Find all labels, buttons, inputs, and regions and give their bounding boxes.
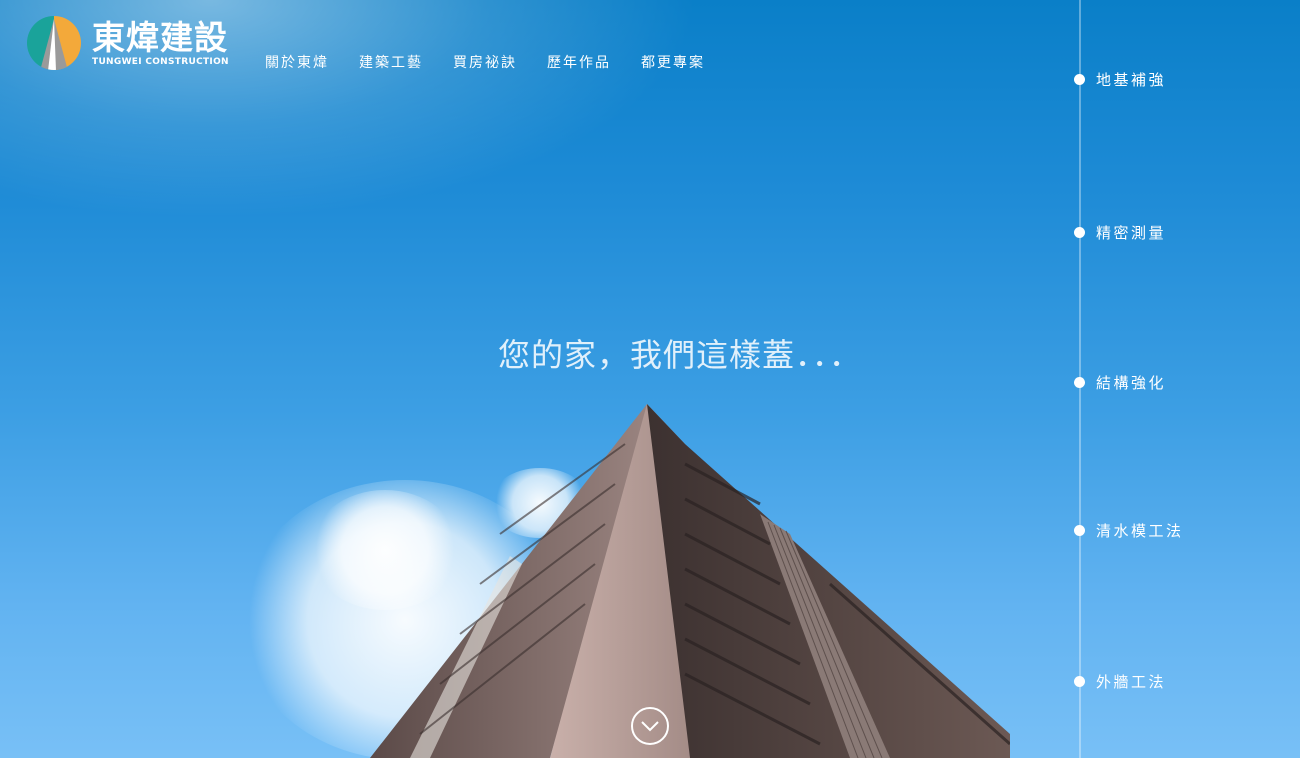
- nav-item-urban-renewal[interactable]: 都更專案: [641, 52, 705, 72]
- brand-name-cn: 東煒建設: [92, 17, 228, 57]
- timeline-item-foundation[interactable]: 地基補強: [1074, 69, 1166, 90]
- timeline-item-structure[interactable]: 結構強化: [1074, 372, 1166, 393]
- timeline-dot: [1074, 227, 1085, 238]
- logo-mark-icon: [27, 16, 81, 70]
- timeline-label: 地基補強: [1096, 71, 1167, 89]
- scroll-down-button[interactable]: [631, 707, 669, 745]
- timeline-dot: [1074, 676, 1085, 687]
- nav-item-craft[interactable]: 建築工藝: [359, 52, 423, 72]
- logo[interactable]: 東煒建設 TUNGWEI CONSTRUCTION: [26, 15, 229, 71]
- timeline-item-exterior-wall[interactable]: 外牆工法: [1074, 671, 1166, 692]
- timeline-label: 精密測量: [1096, 224, 1167, 242]
- timeline-label: 外牆工法: [1096, 673, 1167, 691]
- nav-item-tips[interactable]: 買房祕訣: [453, 52, 517, 72]
- timeline-label: 清水模工法: [1096, 522, 1184, 540]
- chevron-down-icon: [641, 721, 659, 732]
- timeline-label: 結構強化: [1096, 374, 1167, 392]
- timeline-dot: [1074, 74, 1085, 85]
- main-nav: 關於東煒 建築工藝 買房祕訣 歷年作品 都更專案: [265, 52, 735, 72]
- nav-item-about[interactable]: 關於東煒: [265, 52, 329, 72]
- brand-name-en: TUNGWEI CONSTRUCTION: [92, 56, 229, 67]
- timeline-dot: [1074, 377, 1085, 388]
- timeline-item-fair-faced-concrete[interactable]: 清水模工法: [1074, 520, 1184, 541]
- hero-tagline: 您的家，我們這樣蓋．．．: [497, 336, 862, 374]
- building-image: [370, 404, 1010, 758]
- nav-item-works[interactable]: 歷年作品: [547, 52, 611, 72]
- timeline-item-survey[interactable]: 精密測量: [1074, 222, 1166, 243]
- timeline-dot: [1074, 525, 1085, 536]
